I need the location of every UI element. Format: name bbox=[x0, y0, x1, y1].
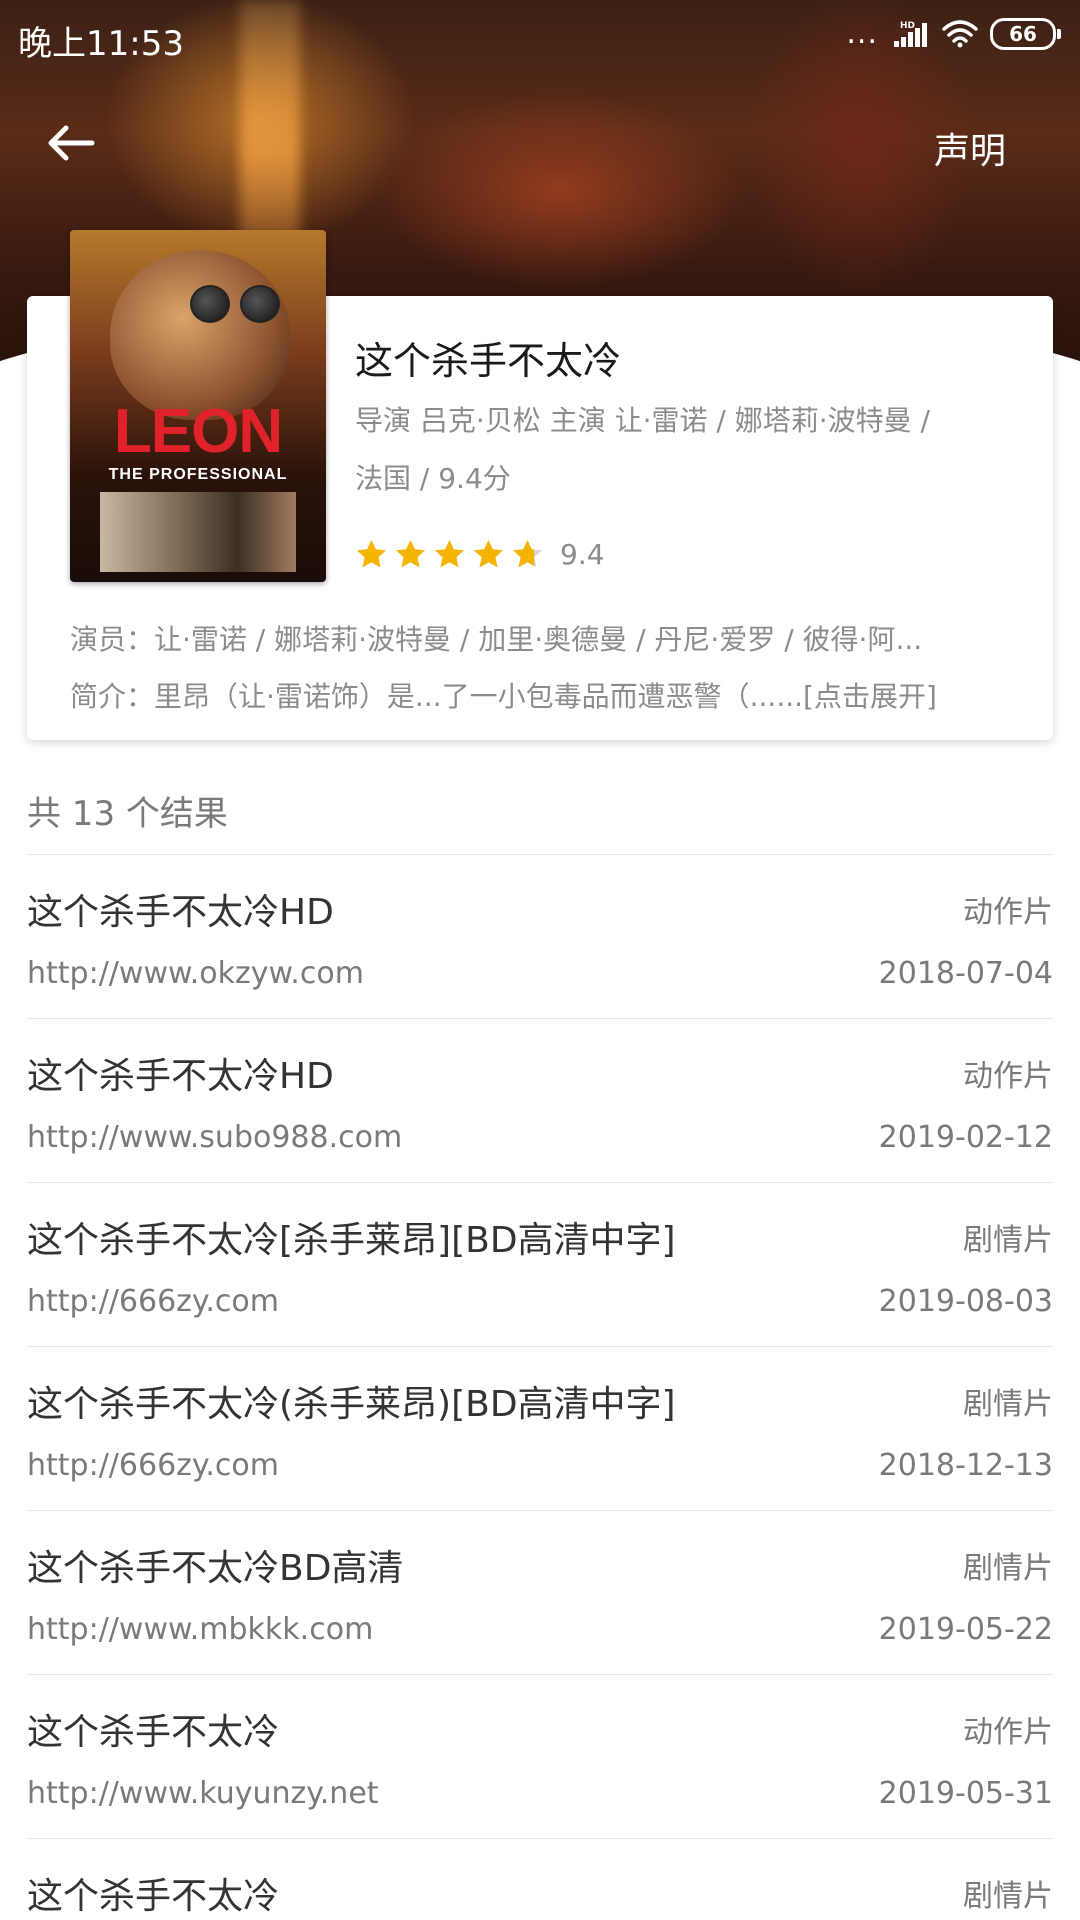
result-title: 这个杀手不太冷[杀手莱昂][BD高清中字] bbox=[27, 1220, 676, 1261]
result-date: 2019-08-03 bbox=[878, 1284, 1053, 1319]
result-title: 这个杀手不太冷HD bbox=[27, 1056, 334, 1097]
poster-sunglasses-art bbox=[190, 285, 280, 323]
result-url: http://www.subo988.com bbox=[27, 1120, 403, 1155]
status-bar: 晚上11:53 ... HD 66 bbox=[0, 0, 1080, 72]
battery-icon: 66 bbox=[990, 18, 1061, 50]
result-title: 这个杀手不太冷 bbox=[27, 1712, 280, 1753]
intro-line: 简介：里昂（让·雷诺饰）是...了一小包毒品而遭恶警（......[点击展开] bbox=[70, 675, 1020, 715]
result-url: http://666zy.com bbox=[27, 1448, 279, 1483]
result-title: 这个杀手不太冷(杀手莱昂)[BD高清中字] bbox=[27, 1384, 676, 1425]
result-title: 这个杀手不太冷BD高清 bbox=[27, 1548, 404, 1589]
expand-link[interactable]: ...[点击展开] bbox=[776, 680, 937, 713]
result-url: http://www.mbkkk.com bbox=[27, 1612, 374, 1647]
battery-level: 66 bbox=[1009, 22, 1037, 46]
more-dots-icon: ... bbox=[846, 16, 878, 51]
result-genre: 动作片 bbox=[963, 1059, 1053, 1094]
arrow-left-icon bbox=[48, 125, 95, 161]
result-date: 2019-02-12 bbox=[878, 1120, 1053, 1155]
rating: 9.4 bbox=[355, 538, 605, 571]
poster-scene-art bbox=[100, 492, 296, 572]
result-date: 2019-05-31 bbox=[878, 1776, 1053, 1811]
movie-detail-page: 晚上11:53 ... HD 66 声明 LEON THE PROFESSION… bbox=[0, 0, 1080, 1920]
intro-text: 简介：里昂（让·雷诺饰）是...了一小包毒品而遭恶警（... bbox=[70, 680, 777, 713]
star-icon bbox=[435, 540, 464, 568]
result-row[interactable]: 这个杀手不太冷(杀手莱昂)[BD高清中字] 剧情片 http://666zy.com… bbox=[27, 1346, 1053, 1510]
result-count: 共 13 个结果 bbox=[27, 794, 228, 834]
result-row[interactable]: 这个杀手不太冷 动作片 http://www.kuyunzy.net 2019-05-… bbox=[27, 1674, 1053, 1838]
result-genre: 剧情片 bbox=[963, 1879, 1053, 1914]
status-icons: ... HD 66 bbox=[846, 16, 1061, 51]
result-row[interactable]: 这个杀手不太冷HD 动作片 http://www.okzyw.com 2018-07-… bbox=[27, 854, 1053, 1018]
results-list: 这个杀手不太冷HD 动作片 http://www.okzyw.com 2018-07-… bbox=[27, 854, 1053, 1920]
poster-subtitle: THE PROFESSIONAL bbox=[108, 466, 288, 483]
signal-icon: HD bbox=[894, 21, 927, 47]
result-title: 这个杀手不太冷 bbox=[27, 1876, 280, 1917]
network-badge: HD bbox=[900, 21, 915, 31]
result-row[interactable]: 这个杀手不太冷 剧情片 bbox=[27, 1838, 1053, 1920]
declare-button[interactable]: 声明 bbox=[934, 122, 1006, 174]
wifi-icon bbox=[942, 20, 978, 48]
result-date: 2019-05-22 bbox=[878, 1612, 1053, 1647]
result-genre: 动作片 bbox=[963, 895, 1053, 930]
star-icon bbox=[474, 540, 503, 568]
result-genre: 动作片 bbox=[963, 1715, 1053, 1750]
result-url: http://666zy.com bbox=[27, 1284, 279, 1319]
result-title: 这个杀手不太冷HD bbox=[27, 892, 334, 933]
result-url: http://www.okzyw.com bbox=[27, 956, 364, 991]
rating-value: 9.4 bbox=[560, 538, 605, 571]
result-row[interactable]: 这个杀手不太冷HD 动作片 http://www.subo988.com 2019-0… bbox=[27, 1018, 1053, 1182]
star-icon bbox=[396, 540, 425, 568]
status-time: 晚上11:53 bbox=[18, 24, 184, 64]
result-genre: 剧情片 bbox=[963, 1387, 1053, 1422]
movie-poster[interactable]: LEON THE PROFESSIONAL bbox=[70, 230, 326, 582]
result-date: 2018-12-13 bbox=[878, 1448, 1053, 1483]
movie-title: 这个杀手不太冷 bbox=[355, 339, 622, 383]
movie-meta-line-2: 法国 / 9.4分 bbox=[355, 462, 511, 495]
result-row[interactable]: 这个杀手不太冷BD高清 剧情片 http://www.mbkkk.com 2019-0… bbox=[27, 1510, 1053, 1674]
movie-meta-line-1: 导演 吕克·贝松 主演 让·雷诺 / 娜塔莉·波特曼 / bbox=[355, 404, 930, 437]
rating-stars bbox=[355, 538, 544, 571]
result-url: http://www.kuyunzy.net bbox=[27, 1776, 379, 1811]
star-icon bbox=[357, 540, 386, 568]
poster-title: LEON bbox=[113, 397, 283, 466]
cast-line: 演员：让·雷诺 / 娜塔莉·波特曼 / 加里·奥德曼 / 丹尼·爱罗 / 彼得·… bbox=[70, 623, 923, 656]
back-button[interactable] bbox=[44, 118, 104, 168]
star-icon bbox=[513, 540, 542, 568]
result-date: 2018-07-04 bbox=[878, 956, 1053, 991]
result-row[interactable]: 这个杀手不太冷[杀手莱昂][BD高清中字] 剧情片 http://666zy.com… bbox=[27, 1182, 1053, 1346]
result-genre: 剧情片 bbox=[963, 1223, 1053, 1258]
poster-face-art bbox=[110, 250, 290, 420]
movie-meta: 导演 吕克·贝松 主演 让·雷诺 / 娜塔莉·波特曼 / 法国 / 9.4分 bbox=[355, 392, 1015, 508]
result-genre: 剧情片 bbox=[963, 1551, 1053, 1586]
